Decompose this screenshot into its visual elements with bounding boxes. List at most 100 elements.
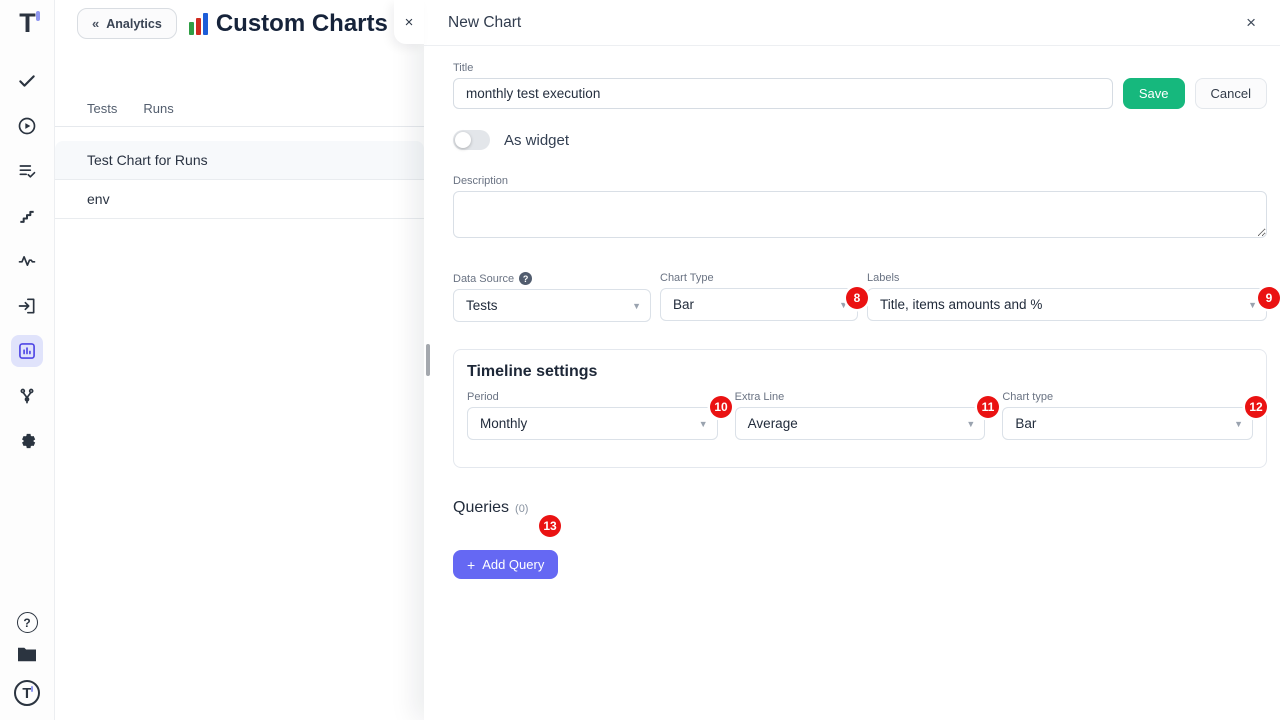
queries-heading: Queries — [453, 499, 509, 517]
settings-gear-icon[interactable] — [11, 425, 43, 457]
app-logo-tick — [36, 11, 40, 21]
analytics-back-button[interactable]: « Analytics — [77, 8, 177, 39]
chevron-down-icon: ▼ — [632, 301, 641, 311]
data-source-help-icon[interactable]: ? — [519, 272, 532, 285]
scrollbar-thumb[interactable] — [426, 344, 430, 376]
chart-type-select[interactable]: Bar ▼ — [660, 288, 858, 321]
description-textarea[interactable] — [453, 191, 1267, 238]
labels-value: Title, items amounts and % — [880, 297, 1042, 312]
save-button[interactable]: Save — [1123, 78, 1185, 109]
test-plans-icon[interactable] — [11, 155, 43, 187]
chevron-down-icon: ▼ — [966, 419, 975, 429]
period-select[interactable]: Monthly ▼ — [467, 407, 718, 440]
data-source-field: Data Source ? Tests ▼ — [453, 272, 651, 322]
toggle-knob — [455, 132, 471, 148]
extra-line-label: Extra Line — [735, 391, 986, 403]
charts-list: Test Chart for Runs env — [55, 141, 424, 219]
data-source-label-row: Data Source ? — [453, 272, 651, 285]
analytics-bar-chart-icon[interactable] — [11, 335, 43, 367]
back-chevron-icon: « — [92, 16, 99, 31]
help-glyph: ? — [23, 616, 30, 630]
pulse-activity-icon[interactable] — [11, 245, 43, 277]
data-source-select[interactable]: Tests ▼ — [453, 289, 651, 322]
custom-charts-panel: « Analytics Custom Charts Tests Runs Tes… — [55, 0, 424, 720]
timeline-chart-type-field: Chart type Bar ▼ — [1002, 391, 1253, 440]
timeline-chart-type-label: Chart type — [1002, 391, 1253, 403]
chart-type-label: Chart Type — [660, 272, 858, 284]
chart-type-field: Chart Type Bar ▼ — [660, 272, 858, 322]
new-chart-body: Title Save Cancel As widget Description … — [424, 46, 1280, 579]
queries-count: (0) — [515, 503, 528, 515]
extra-line-value: Average — [748, 416, 798, 431]
tour-badge-13: 13 — [539, 515, 561, 537]
bar-chart-emoji-icon — [189, 13, 208, 35]
help-icon[interactable]: ? — [17, 612, 38, 633]
page-title: Custom Charts — [189, 10, 388, 38]
app-logo-letter: T — [19, 8, 35, 38]
as-widget-toggle[interactable] — [453, 130, 490, 150]
timeline-chart-type-select[interactable]: Bar ▼ — [1002, 407, 1253, 440]
close-icon[interactable]: × — [1246, 14, 1256, 31]
add-query-button[interactable]: + Add Query — [453, 550, 558, 579]
new-chart-header: New Chart × — [424, 0, 1280, 46]
description-block: Description — [453, 175, 1267, 243]
cancel-button[interactable]: Cancel — [1195, 78, 1267, 109]
add-query-label: Add Query — [482, 557, 544, 572]
extra-line-select[interactable]: Average ▼ — [735, 407, 986, 440]
rail-bottom: ? T — [14, 612, 40, 706]
period-field: Period Monthly ▼ — [467, 391, 718, 440]
account-logo-icon[interactable]: T — [14, 680, 40, 706]
tour-badge-8: 8 — [846, 287, 868, 309]
data-source-value: Tests — [466, 298, 498, 313]
rail-icons — [11, 65, 43, 457]
labels-label: Labels — [867, 272, 1267, 284]
title-input[interactable] — [453, 78, 1113, 109]
edge-close-icon: × — [405, 14, 414, 31]
charts-tabs: Tests Runs — [55, 101, 424, 126]
tour-badge-11: 11 — [977, 396, 999, 418]
tabs-divider — [55, 126, 424, 127]
extra-line-field: Extra Line Average ▼ — [735, 391, 986, 440]
tour-badge-9: 9 — [1258, 287, 1280, 309]
period-label: Period — [467, 391, 718, 403]
labels-select[interactable]: Title, items amounts and % ▼ — [867, 288, 1267, 321]
list-item-env[interactable]: env — [55, 180, 424, 219]
new-chart-panel: × New Chart × Title Save Cancel As widge… — [424, 0, 1280, 720]
title-row: Save Cancel — [453, 78, 1267, 109]
as-widget-row: As widget — [453, 130, 1267, 150]
panel-edge-close-button[interactable]: × — [394, 0, 424, 44]
list-item-test-chart-for-runs[interactable]: Test Chart for Runs — [55, 141, 424, 180]
title-label: Title — [453, 62, 1267, 74]
tab-tests[interactable]: Tests — [87, 101, 117, 126]
chart-type-value: Bar — [673, 297, 694, 312]
chevron-down-icon: ▼ — [699, 419, 708, 429]
as-widget-label: As widget — [504, 132, 569, 149]
custom-charts-header: « Analytics Custom Charts — [55, 0, 424, 39]
page-title-text: Custom Charts — [216, 10, 388, 38]
chevron-down-icon: ▼ — [1248, 300, 1257, 310]
back-button-label: Analytics — [106, 17, 162, 31]
timeline-settings-row: Period Monthly ▼ Extra Line Average ▼ — [467, 391, 1253, 440]
app-root: T — [0, 0, 1280, 720]
period-value: Monthly — [480, 416, 527, 431]
timeline-chart-type-value: Bar — [1015, 416, 1036, 431]
labels-field: Labels Title, items amounts and % ▼ — [867, 272, 1267, 322]
queries-heading-row: Queries (0) — [453, 499, 1267, 517]
docs-book-icon[interactable] — [16, 645, 38, 668]
tests-check-icon[interactable] — [11, 65, 43, 97]
import-sign-in-icon[interactable] — [11, 290, 43, 322]
timeline-settings-heading: Timeline settings — [467, 363, 1253, 381]
plus-icon: + — [467, 557, 475, 573]
new-chart-title: New Chart — [448, 14, 521, 32]
timeline-settings-card: Timeline settings Period Monthly ▼ Extra… — [453, 349, 1267, 468]
tour-badge-12: 12 — [1245, 396, 1267, 418]
app-logo[interactable]: T — [19, 10, 35, 37]
tour-badge-10: 10 — [710, 396, 732, 418]
data-source-label: Data Source — [453, 273, 514, 285]
runs-play-icon[interactable] — [11, 110, 43, 142]
description-label: Description — [453, 175, 1267, 187]
branches-git-icon[interactable] — [11, 380, 43, 412]
tab-runs[interactable]: Runs — [143, 101, 173, 126]
milestones-steps-icon[interactable] — [11, 200, 43, 232]
chevron-down-icon: ▼ — [1234, 419, 1243, 429]
